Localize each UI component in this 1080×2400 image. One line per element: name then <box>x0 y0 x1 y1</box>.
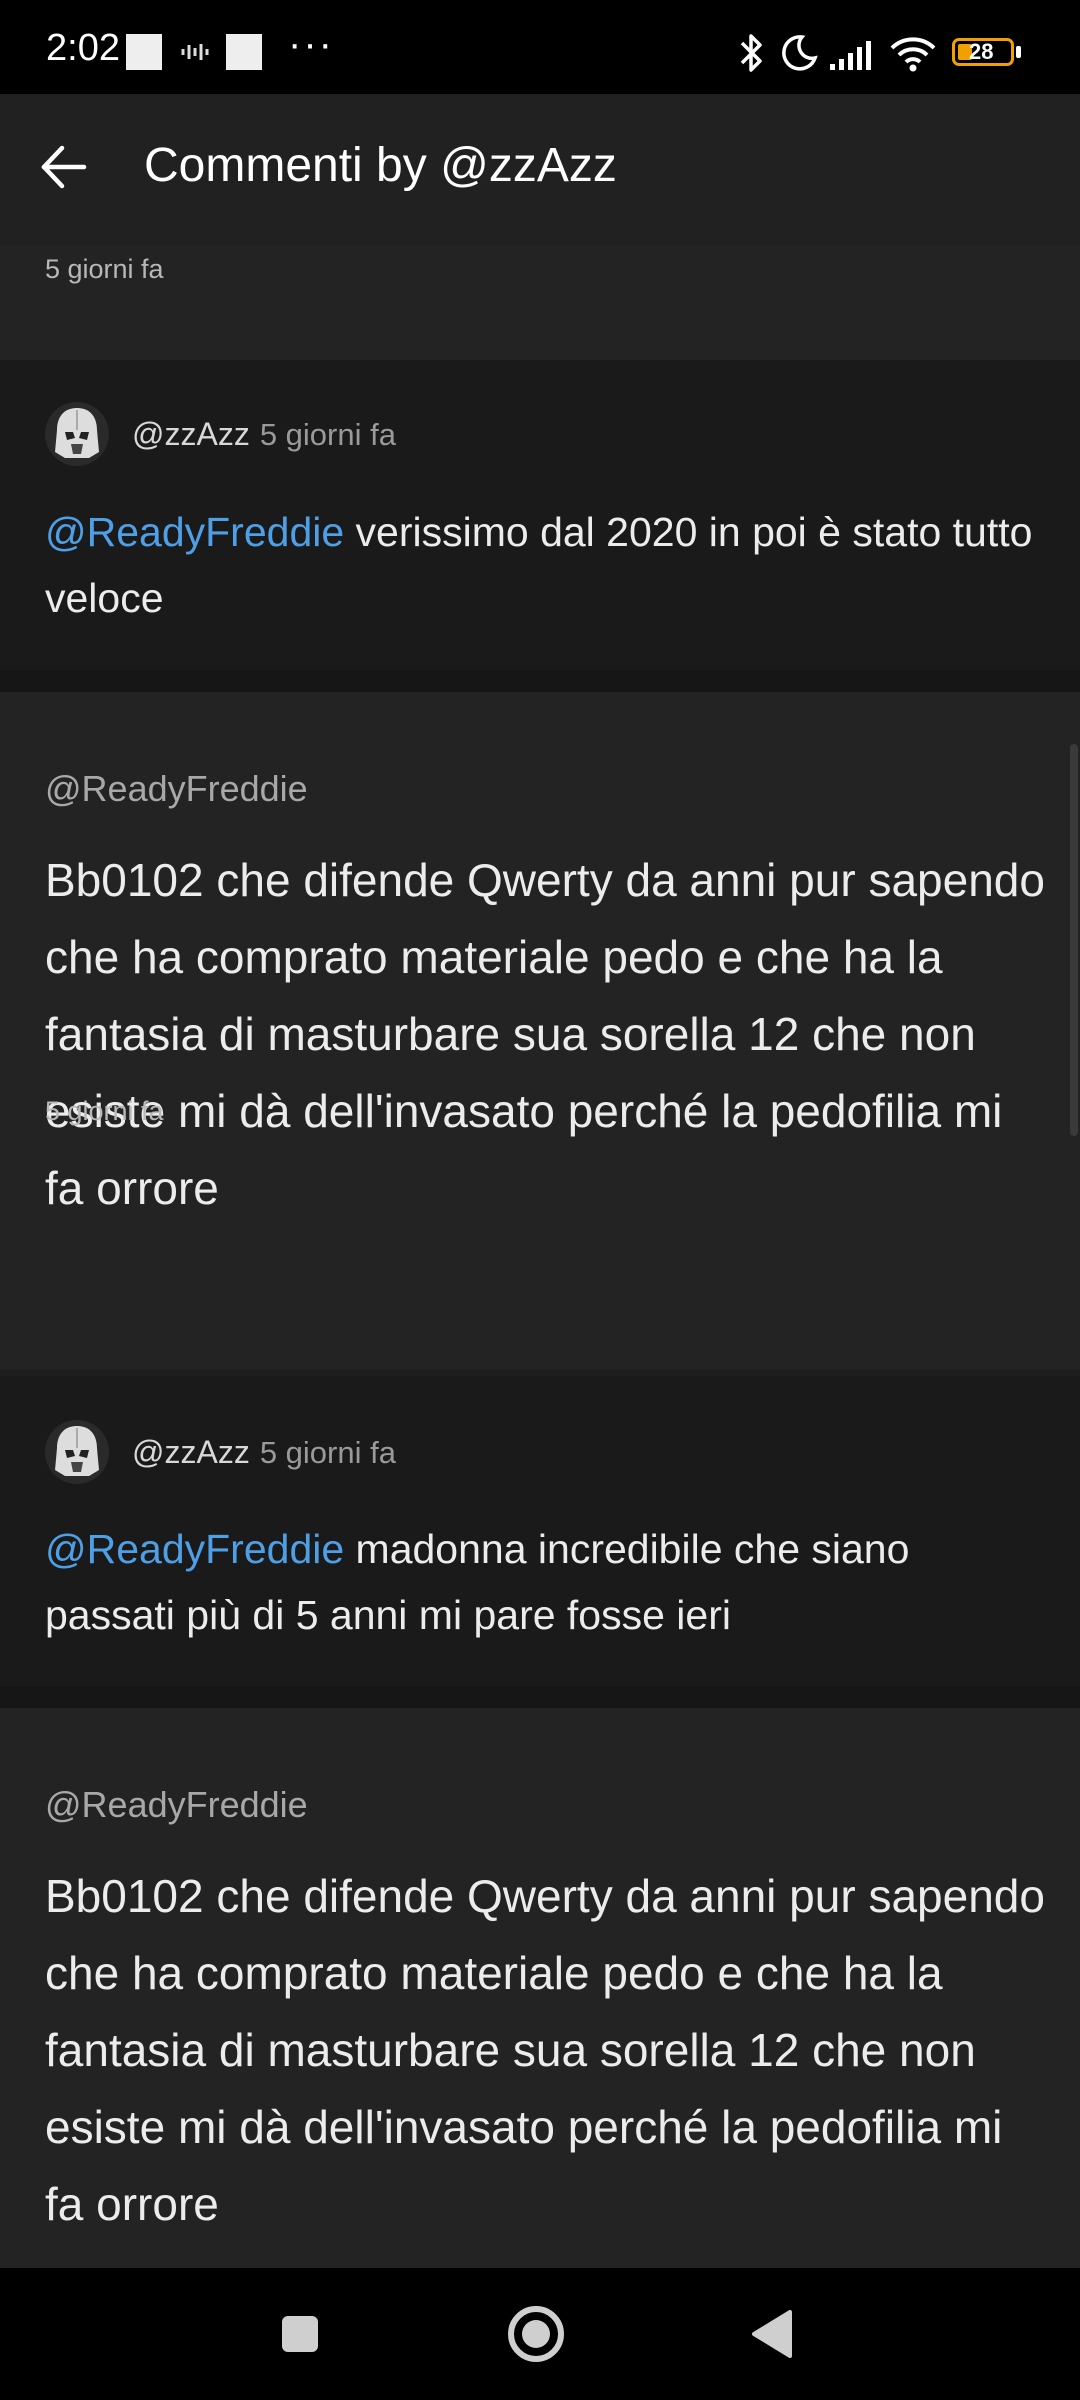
comment-text: @ReadyFreddie madonna incredibile che si… <box>45 1516 1045 1648</box>
comment-time: 5 giorni fa <box>45 254 164 284</box>
comment-author-line: @zzAzz 5 giorni fa <box>132 1434 396 1471</box>
recents-square-icon[interactable] <box>240 2268 360 2400</box>
sound-wave-icon <box>181 44 209 60</box>
back-arrow-icon[interactable] <box>40 142 90 192</box>
parent-comment-card[interactable]: @ReadyFreddie Bb0102 che difende Qwerty … <box>0 692 1080 1370</box>
battery-tip <box>1016 46 1021 58</box>
mention-link[interactable]: @ReadyFreddie <box>45 1526 344 1572</box>
parent-comment-time: 5 giorni fa <box>45 1096 164 1126</box>
comments-feed[interactable]: 5 giorni fa @zzAzz 5 giorni fa @ReadyFred… <box>0 246 1080 2268</box>
status-bar: 2:02 ··· 28 <box>0 0 1080 94</box>
darth-vader-avatar-icon <box>55 1426 99 1476</box>
comment-time: 5 giorni fa <box>259 417 396 452</box>
comment-text: @ReadyFreddie verissimo dal 2020 in poi … <box>45 499 1045 631</box>
wifi-icon <box>890 37 936 72</box>
battery-level: 28 <box>969 39 994 64</box>
parent-author[interactable]: @ReadyFreddie <box>45 768 308 810</box>
status-time: 2:02 <box>46 27 120 69</box>
scrollbar-thumb[interactable] <box>1070 744 1078 1136</box>
darth-vader-avatar-icon <box>55 408 99 458</box>
divider <box>0 670 1080 692</box>
bluetooth-icon <box>740 34 762 72</box>
notification-square-icon <box>126 34 162 70</box>
comment-time: 5 giorni fa <box>259 1435 396 1470</box>
comment-author[interactable]: @zzAzz <box>132 1434 250 1470</box>
avatar[interactable] <box>45 1420 109 1484</box>
app-bar: Commenti by @zzAzz <box>0 94 1080 246</box>
system-nav-bar <box>0 2268 1080 2400</box>
battery-icon: 28 <box>952 38 1014 66</box>
moon-icon <box>782 35 818 71</box>
comment-author-line: @zzAzz 5 giorni fa <box>132 416 396 453</box>
divider <box>0 1686 1080 1708</box>
notification-square-icon <box>226 34 262 70</box>
reply-card[interactable]: @zzAzz 5 giorni fa @ReadyFreddie madonna … <box>0 1376 1080 1694</box>
parent-comment-text: Bb0102 che difende Qwerty da anni pur sa… <box>45 1870 1045 2230</box>
page-title: Commenti by @zzAzz <box>144 139 617 192</box>
back-triangle-icon[interactable] <box>710 2268 830 2400</box>
signal-icon <box>830 41 871 70</box>
comment-author[interactable]: @zzAzz <box>132 416 250 452</box>
more-notifications-icon: ··· <box>288 22 334 66</box>
avatar[interactable] <box>45 402 109 466</box>
home-circle-icon[interactable] <box>476 2268 596 2400</box>
comment-card-partial: 5 giorni fa <box>0 246 1080 360</box>
parent-author[interactable]: @ReadyFreddie <box>45 1784 308 1826</box>
mention-link[interactable]: @ReadyFreddie <box>45 509 344 555</box>
parent-comment-text: Bb0102 che difende Qwerty da anni pur sa… <box>45 854 1045 1214</box>
parent-comment-card[interactable]: @ReadyFreddie Bb0102 che difende Qwerty … <box>0 1708 1080 2268</box>
